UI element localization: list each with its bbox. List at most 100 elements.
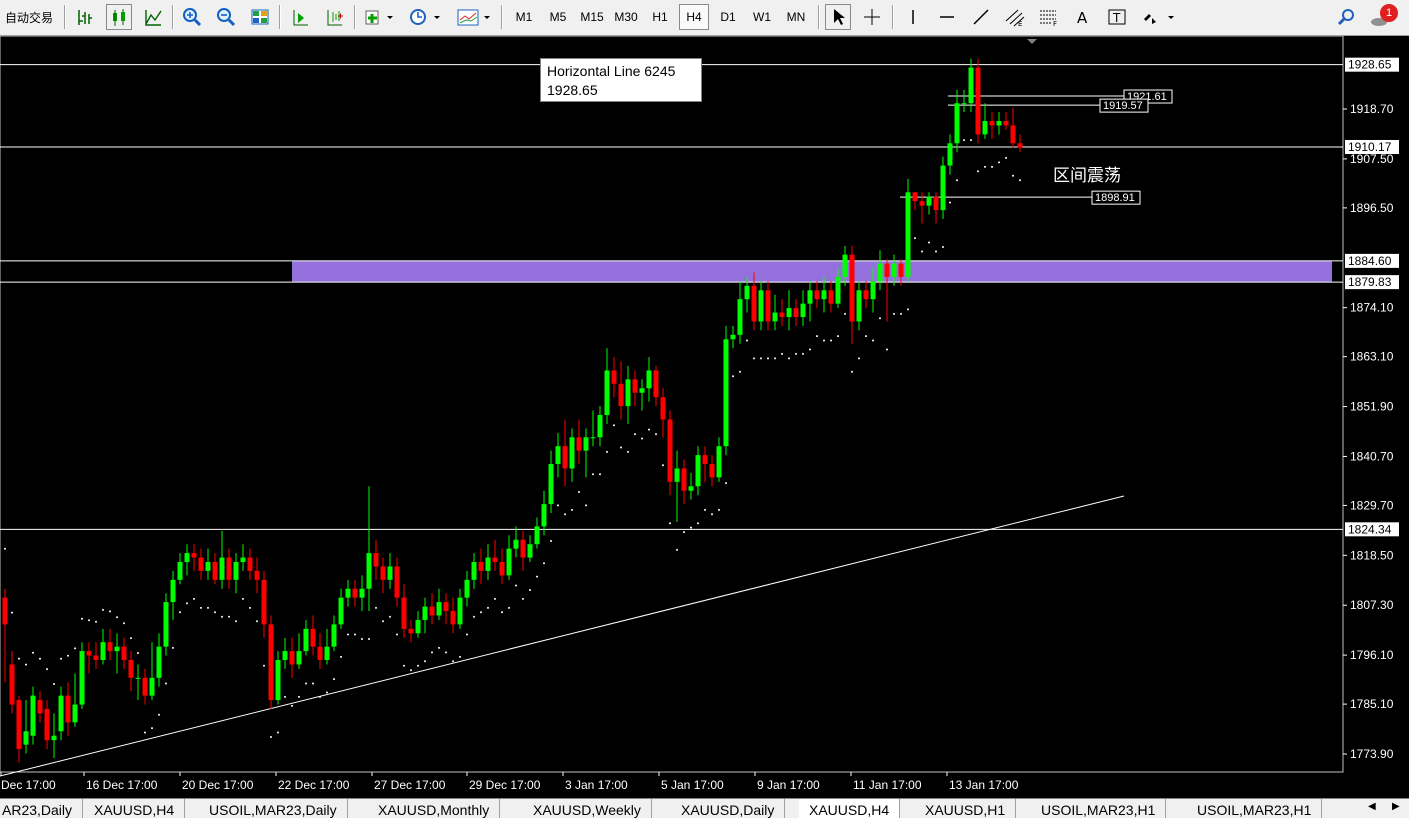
chart-tab[interactable]: USOIL,MAR23,Daily <box>199 799 348 818</box>
sar-dot <box>963 139 965 142</box>
sar-dot <box>256 620 258 623</box>
candle-body <box>842 254 848 277</box>
candle-body <box>891 263 897 277</box>
chart-tab[interactable]: XAUUSD,H4 <box>799 799 901 818</box>
candle-body <box>968 67 974 104</box>
candle-body <box>30 695 36 736</box>
sar-dot <box>627 450 629 453</box>
bar-chart-icon[interactable] <box>72 4 98 30</box>
candle-body <box>345 588 351 598</box>
candle-body <box>919 201 925 206</box>
notification-badge[interactable]: 1 <box>1380 4 1398 22</box>
candle-body <box>107 642 113 652</box>
chart-shift-icon[interactable] <box>321 4 347 30</box>
sar-dot <box>949 201 951 204</box>
chart-tab[interactable]: XAUUSD,Weekly <box>523 799 652 818</box>
chart-tab[interactable]: XAUUSD,Daily <box>671 799 786 818</box>
candle-body <box>275 660 281 701</box>
price-axis-label: 1918.70 <box>1350 102 1394 116</box>
candle-body <box>9 664 15 705</box>
price-axis-label: 1818.50 <box>1350 548 1394 562</box>
periodicity-clock-icon[interactable] <box>406 4 444 30</box>
sar-dot <box>613 424 615 427</box>
candlestick-chart-icon[interactable] <box>106 4 132 30</box>
vertical-line-icon[interactable] <box>900 4 926 30</box>
timeframe-mn-button[interactable]: MN <box>781 4 811 30</box>
sar-dot <box>431 651 433 654</box>
candle-body <box>709 464 715 478</box>
timeframe-h1-button[interactable]: H1 <box>645 4 675 30</box>
timeframe-d1-button[interactable]: D1 <box>713 4 743 30</box>
sar-dot <box>823 339 825 342</box>
plot-frame <box>0 36 1344 773</box>
sar-dot <box>669 522 671 525</box>
sar-dot <box>641 437 643 440</box>
timeframe-w1-button[interactable]: W1 <box>747 4 777 30</box>
candle-body <box>226 557 232 580</box>
price-axis-label: 1840.70 <box>1350 449 1394 463</box>
candle-body <box>1003 121 1009 126</box>
sar-dot <box>564 513 566 516</box>
tooltip-line-value: 1928.65 <box>547 82 598 98</box>
chart-tab[interactable]: USOIL,MAR23,H1 <box>1031 799 1167 818</box>
candle-body <box>667 419 673 482</box>
zoom-out-icon[interactable] <box>213 4 239 30</box>
timeframe-m15-button[interactable]: M15 <box>577 4 607 30</box>
auto-scroll-icon[interactable] <box>287 4 313 30</box>
candle-body <box>205 562 211 571</box>
horizontal-line-icon[interactable] <box>934 4 960 30</box>
sar-dot <box>158 713 160 716</box>
sar-dot <box>585 504 587 507</box>
sar-dot <box>858 357 860 360</box>
trendline-icon[interactable] <box>968 4 994 30</box>
line-chart-icon[interactable] <box>140 4 166 30</box>
sar-dot <box>599 473 601 476</box>
templates-menu-icon[interactable] <box>454 4 494 30</box>
candle-body <box>352 588 358 598</box>
sar-dot <box>739 370 741 373</box>
timeframe-m1-button[interactable]: M1 <box>509 4 539 30</box>
sar-dot <box>781 352 783 355</box>
sar-dot <box>249 606 251 609</box>
candle-body <box>947 143 953 166</box>
zoom-in-icon[interactable] <box>179 4 205 30</box>
cursor-icon[interactable] <box>825 4 851 30</box>
chart-tab[interactable]: XAUUSD,Monthly <box>368 799 501 818</box>
candle-body <box>485 557 491 571</box>
arrows-menu-icon[interactable] <box>1138 4 1178 30</box>
crosshair-icon[interactable] <box>859 4 885 30</box>
sar-dot <box>270 736 272 739</box>
candle-body <box>835 276 841 304</box>
text-icon[interactable]: A <box>1070 4 1096 30</box>
time-axis-label: 13 Jan 17:00 <box>949 778 1019 792</box>
chart-tab[interactable]: XAUUSD,H1 <box>915 799 1017 818</box>
time-axis-label: Dec 17:00 <box>1 778 56 792</box>
candle-body <box>716 446 722 478</box>
price-chart[interactable]: 1921.611919.571898.911918.701907.501896.… <box>0 36 1409 798</box>
sar-dot <box>648 428 650 431</box>
sar-dot <box>795 352 797 355</box>
search-icon[interactable] <box>1334 4 1360 30</box>
tile-windows-icon[interactable] <box>247 4 273 30</box>
chart-tab[interactable]: USOIL,MAR23,H1 <box>1187 799 1323 818</box>
candle-body <box>338 597 344 625</box>
timeframe-h4-button[interactable]: H4 <box>679 4 709 30</box>
sar-dot <box>305 682 307 685</box>
indicators-menu-icon[interactable] <box>362 4 398 30</box>
fibonacci-icon[interactable]: F <box>1036 4 1062 30</box>
tab-scroll-left-icon[interactable]: ◀ <box>1368 801 1376 812</box>
sar-dot <box>480 611 482 614</box>
tab-scroll-right-icon[interactable]: ▶ <box>1392 801 1400 812</box>
timeframe-m5-button[interactable]: M5 <box>543 4 573 30</box>
sar-dot <box>844 312 846 315</box>
sar-dot <box>879 317 881 320</box>
timeframe-m30-button[interactable]: M30 <box>611 4 641 30</box>
text-label-icon[interactable]: T <box>1104 4 1130 30</box>
time-axis-label: 5 Jan 17:00 <box>661 778 724 792</box>
candle-body <box>65 695 71 723</box>
equidistant-channel-icon[interactable]: E <box>1002 4 1028 30</box>
auto-trading-button[interactable]: 自动交易 <box>0 4 58 30</box>
time-axis-label: 20 Dec 17:00 <box>182 778 254 792</box>
chart-tab[interactable]: AR23,Daily <box>0 799 84 818</box>
chart-tab[interactable]: XAUUSD,H4 <box>84 799 186 818</box>
